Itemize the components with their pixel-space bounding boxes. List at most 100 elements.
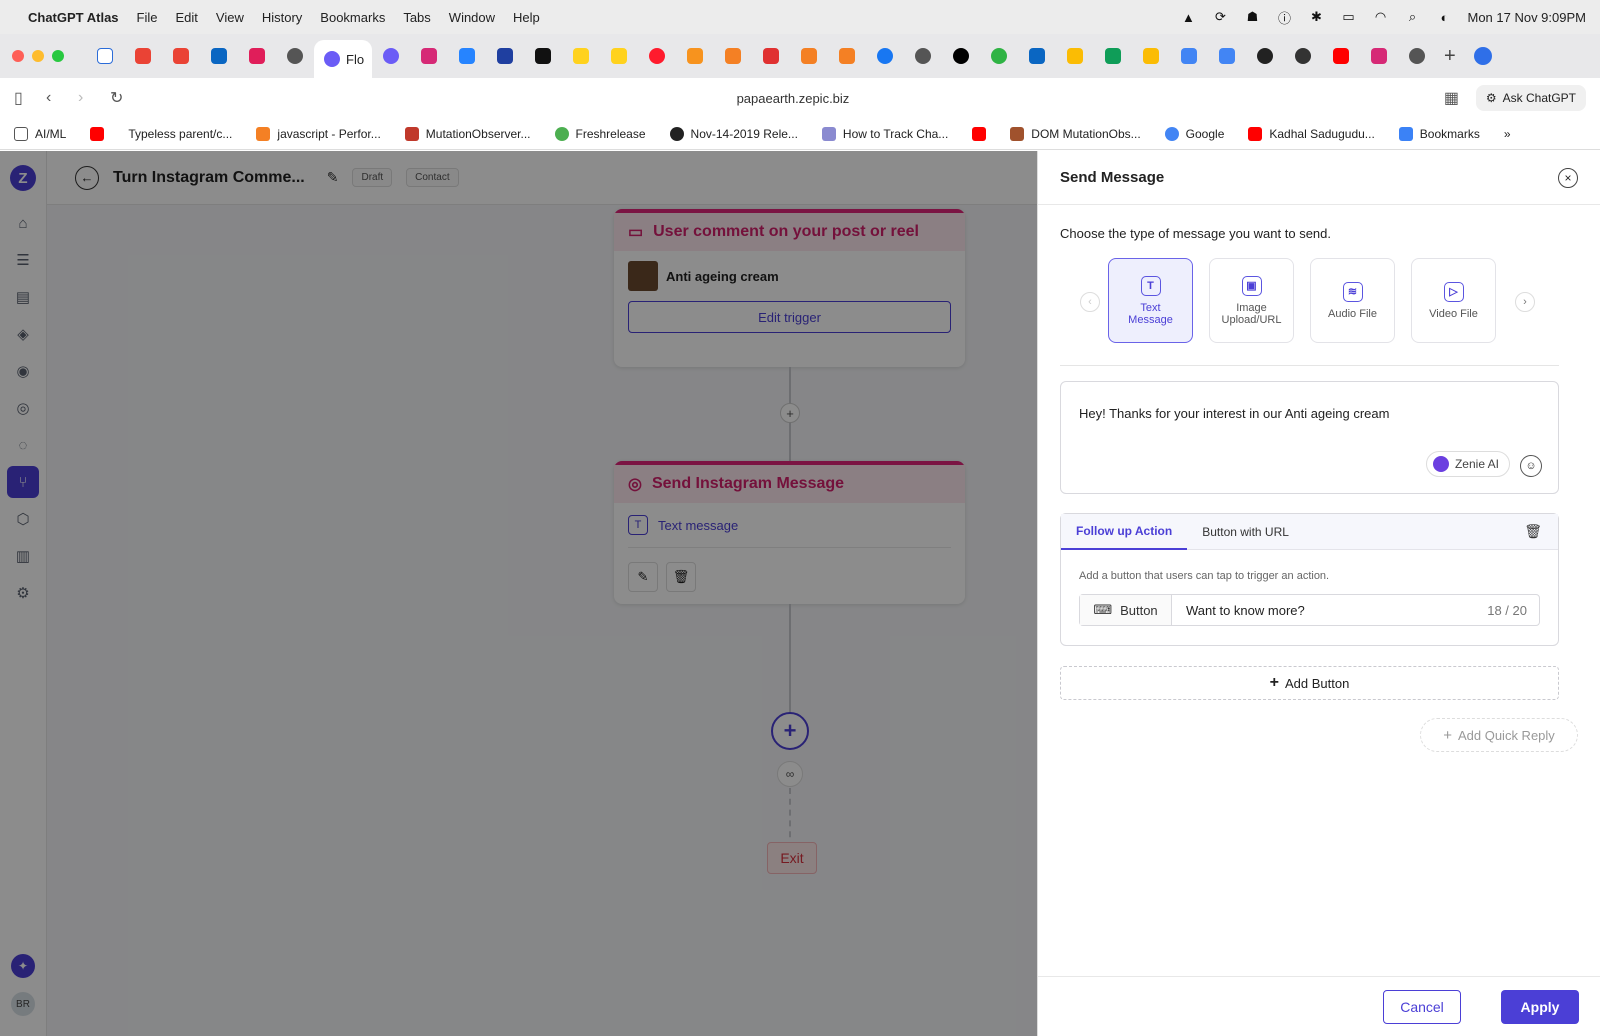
apply-button[interactable]: Apply [1501,990,1579,1024]
app-status-icon[interactable]: ▲ [1179,10,1197,25]
zoom-window-button[interactable] [52,50,64,62]
wifi-icon[interactable]: ◠ [1371,9,1389,24]
bookmark-item[interactable]: Bookmarks [1398,126,1480,141]
minimize-window-button[interactable] [32,50,44,62]
tab-slack[interactable] [238,41,276,71]
edit-title-icon[interactable]: ✎ [327,169,339,186]
chat-icon[interactable]: ◌ [7,429,39,461]
edit-trigger-button[interactable]: Edit trigger [628,301,951,333]
bookmark-item[interactable]: How to Track Cha... [821,126,948,141]
tab-box-2[interactable] [790,41,828,71]
tab-box-3[interactable] [828,41,866,71]
bookmark-item[interactable]: AI/ML [14,126,66,141]
campaign-icon[interactable]: ◈ [7,318,39,350]
analytics-icon[interactable]: ▥ [7,540,39,572]
home-icon[interactable]: ⌂ [7,207,39,239]
profile-dot[interactable] [1473,47,1492,65]
clock[interactable]: Mon 17 Nov 9:09PM [1467,10,1586,25]
bookmark-item[interactable]: DOM MutationObs... [1010,126,1141,141]
add-quick-reply-button[interactable]: + Add Quick Reply [1420,718,1578,752]
close-icon[interactable]: × [1558,167,1578,188]
button-text-input[interactable]: Want to know more? [1172,603,1487,618]
link-icon[interactable]: ∞ [777,761,803,787]
bookmark-item[interactable]: MutationObserver... [404,126,531,141]
tab-opera[interactable] [638,41,676,71]
broadcast-icon[interactable]: ◉ [7,355,39,387]
bookmark-item[interactable]: Freshrelease [554,126,646,141]
reload-icon[interactable]: ↻ [110,88,142,108]
tab-huggingface-2[interactable] [600,41,638,71]
tab-box[interactable] [714,41,752,71]
button-type-selector[interactable]: ⌨ Button [1080,595,1172,625]
exit-node[interactable]: Exit [767,842,817,874]
tab-mail[interactable] [86,41,124,71]
tab-jira[interactable] [448,41,486,71]
sparkle-icon[interactable]: ✦ [11,954,35,978]
tab-globe[interactable] [1284,41,1322,71]
edit-node-icon[interactable]: ✎ [628,562,658,592]
menu-window[interactable]: Window [449,10,495,25]
zepic-logo[interactable]: Z [10,165,36,191]
zenie-ai-button[interactable]: Zenie AI [1425,451,1510,477]
menu-bookmarks[interactable]: Bookmarks [320,10,385,25]
new-tab-button[interactable]: + [1444,45,1456,68]
tab-follow-up-action[interactable]: Follow up Action [1061,514,1188,550]
menu-tabs[interactable]: Tabs [403,10,430,25]
menu-help[interactable]: Help [513,10,540,25]
tab-green[interactable] [980,41,1018,71]
tab-docs-2[interactable] [1208,41,1246,71]
tab-docs[interactable] [1170,41,1208,71]
send-message-node[interactable]: ◎ Send Instagram Message T Text message … [614,461,965,604]
tab-circle[interactable] [942,41,980,71]
settings-icon[interactable]: ⚙ [7,577,39,609]
avatar[interactable]: BR [11,992,35,1016]
contact-badge[interactable]: Contact [406,168,459,187]
inbox-icon[interactable]: ☰ [7,244,39,276]
trigger-node[interactable]: ▭ User comment on your post or reel Anti… [614,209,965,367]
add-step-icon[interactable]: + [780,403,800,423]
tab-infinity[interactable] [486,41,524,71]
tab-instagram[interactable] [410,41,448,71]
tab-chatgpt-3[interactable] [1398,41,1436,71]
trash-icon[interactable]: 🗑 [1524,523,1542,540]
chevron-right-icon[interactable]: › [1515,292,1535,312]
tab-active-flow[interactable]: Flo [314,40,372,78]
flows-icon[interactable]: ⑂ [7,466,39,498]
tab-co[interactable] [676,41,714,71]
tab-instagram-2[interactable] [1360,41,1398,71]
tab-chatgpt-2[interactable] [904,41,942,71]
delete-node-icon[interactable]: 🗑 [666,562,696,592]
bookmarks-overflow-icon[interactable]: » [1504,127,1511,141]
qr-icon[interactable]: ▦ [1444,88,1476,108]
tab-youtube[interactable] [1322,41,1360,71]
menu-view[interactable]: View [216,10,244,25]
type-audio-file[interactable]: ≋ Audio File [1310,258,1395,343]
chevron-left-icon[interactable]: ‹ [1080,292,1100,312]
tab-app[interactable] [524,41,562,71]
bookmark-item[interactable]: Typeless parent/c... [128,127,232,141]
instagram-icon[interactable]: ◎ [7,392,39,424]
tab-linkedin-2[interactable] [1018,41,1056,71]
bookmark-item[interactable] [90,126,105,141]
tab-facebook[interactable] [866,41,904,71]
search-icon[interactable]: ⌕ [1403,9,1421,24]
app-name[interactable]: ChatGPT Atlas [28,10,119,25]
tab-chatgpt[interactable] [276,41,314,71]
bookmark-item[interactable]: Nov-14-2019 Rele... [669,126,798,141]
contacts-icon[interactable]: ▤ [7,281,39,313]
forward-icon[interactable]: › [78,89,110,107]
tab-linkedin[interactable] [200,41,238,71]
bluetooth-icon[interactable]: ✱ [1307,9,1325,24]
ask-chatgpt-button[interactable]: ⚙ Ask ChatGPT [1475,85,1586,111]
cancel-button[interactable]: Cancel [1383,990,1461,1024]
tab-github[interactable] [1246,41,1284,71]
sidebar-toggle-icon[interactable]: ▯ [14,88,46,108]
close-window-button[interactable] [12,50,24,62]
add-button[interactable]: + Add Button [1060,666,1559,700]
url-field[interactable]: papaearth.zepic.biz [142,91,1444,106]
type-video-file[interactable]: ▷ Video File [1411,258,1496,343]
bookmark-item[interactable]: Kadhal Sadugudu... [1248,126,1375,141]
tab-drive-2[interactable] [1132,41,1170,71]
info-icon[interactable]: ⓘ [1275,10,1293,26]
tab-drive[interactable] [1056,41,1094,71]
